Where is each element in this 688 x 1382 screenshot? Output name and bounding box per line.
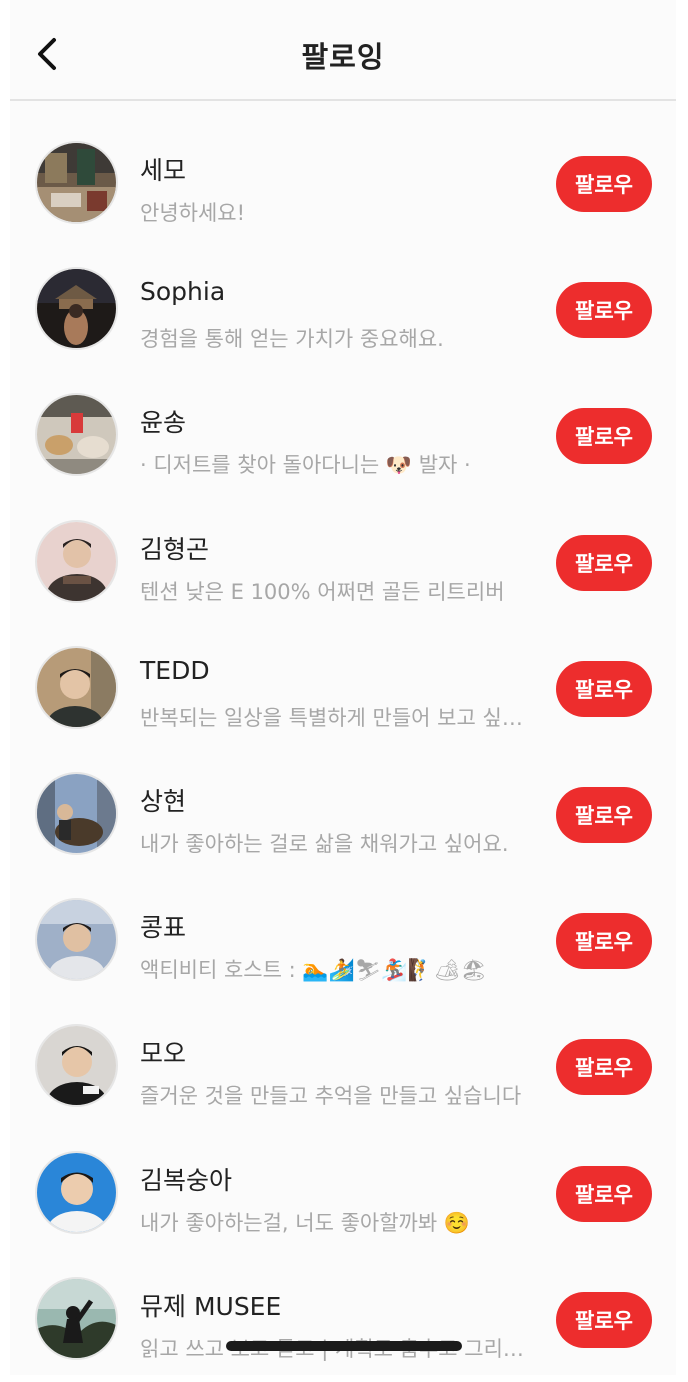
follow-button[interactable]: 팔로우	[556, 913, 652, 970]
follow-button[interactable]: 팔로우	[556, 534, 652, 591]
user-bio: 안녕하세요!	[140, 201, 246, 225]
avatar[interactable]	[35, 771, 118, 855]
follow-button[interactable]: 팔로우	[556, 408, 652, 465]
user-name: 콩표	[140, 913, 187, 943]
list-item[interactable]: 모오 즐거운 것을 만들고 추억을 만들고 싶습니다 팔로우	[10, 1003, 676, 1129]
user-bio: 내가 좋아하는 걸로 삶을 채워가고 싶어요.	[140, 831, 509, 856]
user-name: 김복숭아	[140, 1165, 233, 1195]
follow-button[interactable]: 팔로우	[556, 1165, 652, 1222]
list-item[interactable]: 세모 안녕하세요! 팔로우	[10, 120, 676, 246]
user-name: 윤송	[140, 408, 187, 438]
list-item[interactable]: 뮤제 MUSEE 읽고 쓰고 보고 듣고 | 계획로 춤추고 그리… 팔로우	[10, 1256, 676, 1382]
user-bio: 즐거운 것을 만들고 추억을 만들고 싶습니다	[140, 1084, 522, 1109]
user-bio: 내가 좋아하는걸, 너도 좋아할까봐 ☺️	[140, 1210, 471, 1235]
avatar[interactable]	[35, 898, 118, 982]
follow-button[interactable]: 팔로우	[556, 282, 652, 339]
avatar[interactable]	[35, 141, 118, 224]
avatar[interactable]	[35, 1150, 118, 1234]
avatar[interactable]	[35, 1276, 118, 1360]
list-item[interactable]: 콩표 액티비티 호스트 : 🏊🏄⛷🏂🧗🏕🏖 팔로우	[10, 877, 676, 1003]
app-screen: 팔로잉 세모 안녕하세요! 팔로우 Sophia 경험을 통해 얻는 가치가 중…	[10, 0, 676, 1375]
follow-button[interactable]: 팔로우	[556, 1291, 652, 1348]
user-bio: · 디저트를 찾아 돌아다니는 🐶 발자 ·	[140, 453, 471, 478]
list-item[interactable]: 윤송 · 디저트를 찾아 돌아다니는 🐶 발자 · 팔로우	[10, 372, 676, 498]
user-name: 뮤제 MUSEE	[140, 1291, 282, 1321]
list-item[interactable]: Sophia 경험을 통해 얻는 가치가 중요해요. 팔로우	[10, 246, 676, 372]
user-bio: 텐션 낮은 E 100% 어쩌면 골든 리트리버	[140, 579, 505, 604]
follow-button[interactable]: 팔로우	[556, 156, 652, 212]
user-name: 김형곤	[140, 534, 210, 564]
user-bio: 경험을 통해 얻는 가치가 중요해요.	[140, 327, 444, 352]
header: 팔로잉	[10, 0, 676, 101]
page-title: 팔로잉	[301, 40, 385, 74]
avatar[interactable]	[35, 393, 118, 477]
user-name: 세모	[140, 156, 187, 185]
following-list: 세모 안녕하세요! 팔로우 Sophia 경험을 통해 얻는 가치가 중요해요.…	[10, 120, 676, 1382]
user-name: Sophia	[140, 277, 226, 307]
list-item[interactable]: 김형곤 텐션 낮은 E 100% 어쩌면 골든 리트리버 팔로우	[10, 499, 676, 625]
list-item[interactable]: 상현 내가 좋아하는 걸로 삶을 채워가고 싶어요. 팔로우	[10, 751, 676, 877]
avatar[interactable]	[35, 645, 118, 729]
list-item[interactable]: 김복숭아 내가 좋아하는걸, 너도 좋아할까봐 ☺️ 팔로우	[10, 1130, 676, 1256]
follow-button[interactable]: 팔로우	[556, 660, 652, 717]
user-name: 상현	[140, 786, 187, 816]
avatar[interactable]	[35, 1024, 118, 1108]
list-item[interactable]: TEDD 반복되는 일상을 특별하게 만들어 보고 싶… 팔로우	[10, 625, 676, 751]
user-name: 모오	[140, 1039, 187, 1069]
home-indicator[interactable]	[226, 1341, 462, 1351]
avatar[interactable]	[35, 267, 118, 351]
user-bio: 반복되는 일상을 특별하게 만들어 보고 싶…	[140, 705, 523, 730]
user-name: TEDD	[140, 655, 210, 685]
follow-button[interactable]: 팔로우	[556, 1039, 652, 1096]
follow-button[interactable]: 팔로우	[556, 786, 652, 843]
user-bio: 액티비티 호스트 : 🏊🏄⛷🏂🧗🏕🏖	[140, 958, 487, 983]
avatar[interactable]	[35, 519, 118, 603]
